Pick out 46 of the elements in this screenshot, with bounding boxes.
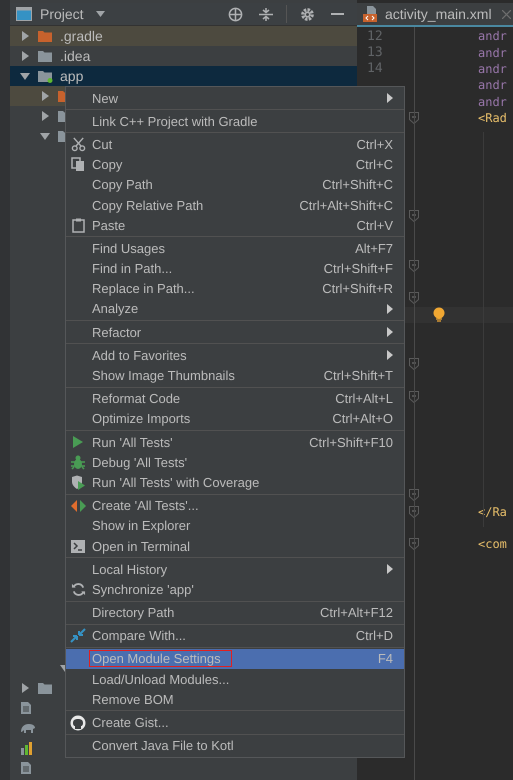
menu-item[interactable]: Find Usages Alt+F7 bbox=[66, 238, 404, 258]
menu-item[interactable]: Local History bbox=[66, 559, 404, 580]
menu-item[interactable]: Create 'All Tests'... bbox=[66, 496, 404, 516]
menu-item[interactable]: Add to Favorites bbox=[66, 345, 404, 366]
line-number: 14 bbox=[367, 61, 383, 76]
code-text: andr bbox=[478, 46, 507, 60]
line-number: 12 bbox=[367, 28, 383, 44]
menu-item[interactable]: Directory Path Ctrl+Alt+F12 bbox=[66, 602, 404, 623]
menu-item[interactable]: New bbox=[66, 88, 404, 108]
code-text: <Rad bbox=[478, 111, 507, 126]
menu-item[interactable]: Copy Relative Path Ctrl+Alt+Shift+C bbox=[66, 194, 404, 216]
tree-item-label[interactable]: .gradle bbox=[60, 28, 103, 44]
code-text: andr bbox=[478, 29, 507, 44]
menu-item[interactable]: Run 'All Tests' Ctrl+Shift+F10 bbox=[66, 432, 404, 452]
menu-item[interactable]: Reformat Code Ctrl+Alt+L bbox=[66, 388, 404, 409]
menu-item[interactable]: Load/Unload Modules... bbox=[66, 669, 404, 690]
code-text: andr bbox=[478, 94, 507, 109]
menu-item[interactable]: Convert Java File to Kotl bbox=[66, 736, 404, 756]
panel-title[interactable]: Project bbox=[40, 6, 84, 22]
menu-item[interactable]: Optimize Imports Ctrl+Alt+O bbox=[66, 408, 404, 429]
menu-item[interactable]: Copy Path Ctrl+Shift+C bbox=[66, 174, 404, 195]
menu-item[interactable]: Compare With... Ctrl+D bbox=[66, 626, 404, 646]
menu-item[interactable]: Open in Terminal bbox=[66, 536, 404, 556]
tree-item-label[interactable]: app bbox=[60, 68, 84, 84]
menu-item[interactable]: Show in Explorer bbox=[66, 516, 404, 536]
menu-item[interactable]: Paste Ctrl+V bbox=[66, 215, 404, 236]
menu-item[interactable]: Refactor bbox=[66, 322, 404, 342]
menu-item[interactable]: Synchronize 'app' bbox=[66, 579, 404, 600]
line-number: 13 bbox=[367, 45, 383, 60]
code-text: </Ra bbox=[478, 504, 507, 519]
menu-item[interactable]: Replace in Path... Ctrl+Shift+R bbox=[66, 278, 404, 299]
menu-item[interactable]: Debug 'All Tests' bbox=[66, 452, 404, 472]
menu-item[interactable]: Run 'All Tests' with Coverage bbox=[66, 472, 404, 493]
menu-item[interactable]: Cut Ctrl+X bbox=[66, 134, 404, 155]
menu-item[interactable]: Copy Ctrl+C bbox=[66, 154, 404, 175]
code-text: andr bbox=[478, 78, 507, 92]
code-text: andr bbox=[478, 62, 507, 76]
menu-item[interactable]: Create Gist... bbox=[66, 712, 404, 733]
menu-item[interactable]: Remove BOM bbox=[66, 689, 404, 710]
tree-item-label[interactable]: .idea bbox=[60, 48, 90, 64]
menu-item[interactable]: Find in Path... Ctrl+Shift+F bbox=[66, 258, 404, 279]
menu-item-label: Open Module Settings bbox=[90, 651, 231, 666]
menu-item[interactable]: Show Image Thumbnails Ctrl+Shift+T bbox=[66, 365, 404, 386]
code-text: <com bbox=[478, 537, 507, 552]
menu-item[interactable]: Analyze bbox=[66, 298, 404, 320]
menu-item[interactable]: Link C++ Project with Gradle bbox=[66, 111, 404, 132]
